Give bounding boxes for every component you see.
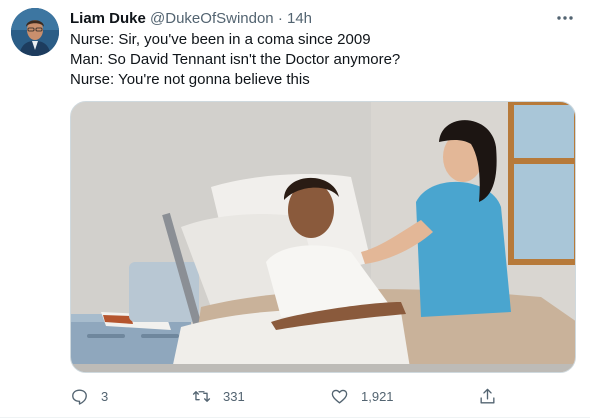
tweet[interactable]: Liam Duke @DukeOfSwindon · 14h Nurse: Si… [0,0,590,418]
author-name[interactable]: Liam Duke [70,10,146,27]
tweet-line-3: Nurse: You're not gonna believe this [70,71,310,88]
timestamp[interactable]: 14h [287,10,312,27]
like-count: 1,921 [361,388,394,404]
tweet-line-2: Man: So David Tennant isn't the Doctor a… [70,51,401,68]
reply-icon [72,388,87,405]
share-icon [480,388,495,404]
like-button[interactable]: 1,921 [330,384,394,408]
tweet-text: Nurse: Sir, you've been in a coma since … [70,30,570,90]
retweet-button[interactable]: 331 [192,384,245,408]
tweet-line-1: Nurse: Sir, you've been in a coma since … [70,31,371,48]
share-button[interactable] [478,384,509,408]
reply-button[interactable]: 3 [70,384,108,408]
author-handle[interactable]: @DukeOfSwindon [150,10,274,27]
heart-icon [331,389,348,404]
more-horizontal-icon[interactable] [554,8,576,28]
tweet-actions: 3 331 1,921 [70,384,500,408]
header-separator: · [277,10,283,27]
retweet-icon [192,390,211,402]
retweet-count: 331 [223,388,245,404]
tweet-header: Liam Duke @DukeOfSwindon · 14h [70,9,550,29]
reply-count: 3 [101,388,109,404]
avatar[interactable] [11,8,59,56]
tweet-image[interactable] [70,101,576,373]
